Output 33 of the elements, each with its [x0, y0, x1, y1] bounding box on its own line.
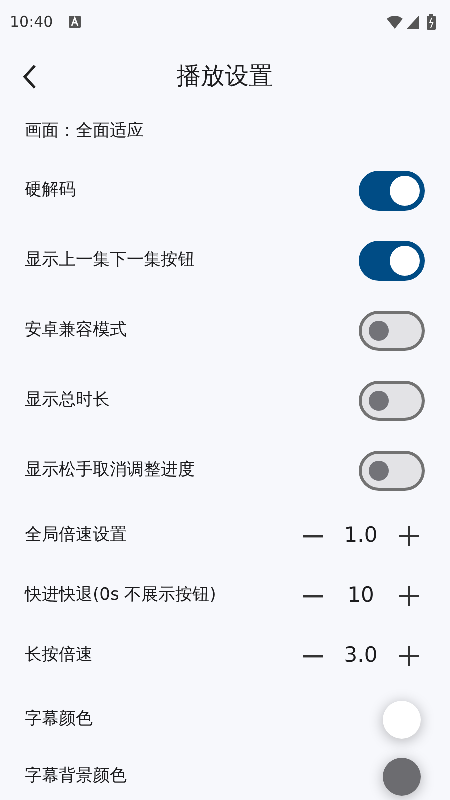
toggle-switch[interactable]	[359, 451, 425, 491]
setting-label: 画面：全面适应	[25, 120, 144, 144]
setting-label: 硬解码	[25, 179, 76, 202]
stepper-value: 1.0	[343, 522, 379, 550]
toggle-switch[interactable]	[359, 241, 425, 281]
wifi-icon	[387, 16, 403, 28]
toggle-switch[interactable]	[359, 381, 425, 421]
notification-icon	[69, 16, 82, 28]
minus-icon[interactable]	[303, 654, 323, 658]
toggle-switch[interactable]	[359, 311, 425, 351]
plus-icon[interactable]	[399, 586, 419, 606]
stepper-value: 10	[346, 582, 376, 610]
plus-icon[interactable]	[399, 646, 419, 666]
minus-icon[interactable]	[303, 594, 323, 598]
minus-icon[interactable]	[303, 534, 323, 538]
setting-label: 全局倍速设置	[25, 524, 127, 548]
setting-label: 长按倍速	[25, 644, 93, 668]
toggle-switch[interactable]	[359, 171, 425, 211]
color-swatch[interactable]	[383, 701, 421, 739]
page-title: 播放设置	[177, 61, 273, 92]
status-time: 10:40	[10, 12, 54, 33]
color-swatch[interactable]	[383, 758, 421, 796]
plus-icon[interactable]	[399, 526, 419, 546]
setting-label: 显示上一集下一集按钮	[25, 249, 195, 272]
stepper-value: 3.0	[343, 642, 379, 670]
battery-icon	[427, 14, 436, 30]
setting-label: 字幕颜色	[25, 708, 93, 732]
setting-label: 显示松手取消调整进度	[25, 459, 195, 482]
setting-label: 显示总时长	[25, 389, 110, 412]
setting-label: 安卓兼容模式	[25, 319, 127, 342]
signal-icon	[407, 16, 419, 28]
setting-label: 字幕背景颜色	[25, 765, 127, 788]
setting-label: 快进快退(0s 不展示按钮)	[25, 584, 216, 608]
